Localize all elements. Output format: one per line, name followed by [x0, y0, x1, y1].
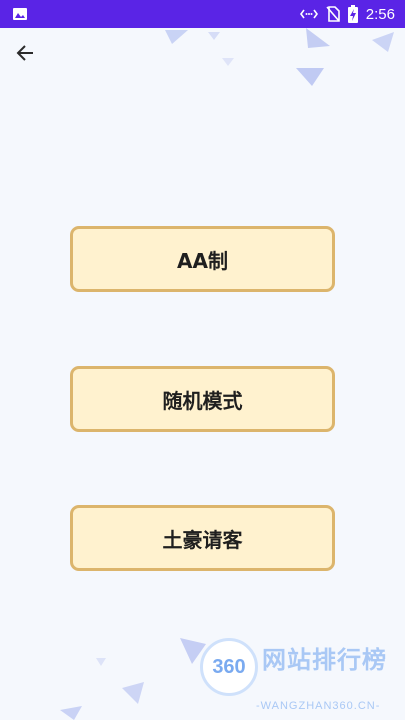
- watermark-logo: 360: [200, 638, 258, 696]
- status-time: 2:56: [365, 5, 395, 23]
- tycoon-treat-label: 土豪请客: [162, 527, 243, 552]
- image-icon: [12, 6, 28, 22]
- random-mode-button[interactable]: 随机模式: [70, 366, 335, 432]
- no-sim-icon: [326, 6, 340, 22]
- back-button[interactable]: [8, 38, 42, 68]
- random-mode-label: 随机模式: [162, 388, 243, 413]
- decorative-triangles-top: [165, 28, 394, 86]
- status-bar: 2:56: [0, 0, 405, 28]
- app-screen: AA制 随机模式 土豪请客: [0, 28, 405, 720]
- watermark-subtitle: -WANGZHAN360.CN-: [256, 700, 381, 712]
- watermark-logo-text: 360: [212, 655, 246, 678]
- data-transfer-icon: [299, 8, 318, 20]
- aa-split-button[interactable]: AA制: [70, 226, 335, 292]
- watermark-title: 网站排行榜: [262, 646, 387, 674]
- arrow-left-icon: [16, 45, 33, 61]
- battery-charging-icon: [347, 5, 358, 23]
- aa-split-label: AA制: [177, 248, 228, 273]
- tycoon-treat-button[interactable]: 土豪请客: [70, 505, 335, 571]
- watermark: 360 网站排行榜 -WANGZHAN360.CN-: [198, 634, 403, 718]
